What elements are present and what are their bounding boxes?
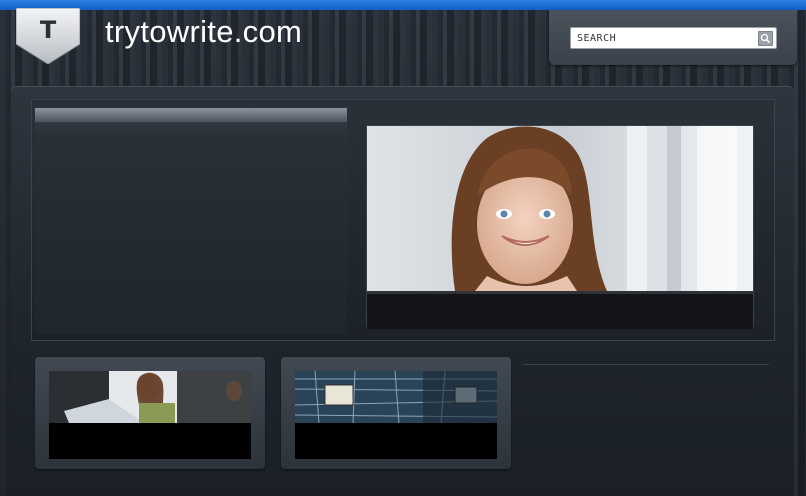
thumbnail-image[interactable] [295,371,497,423]
thumbnail-frame [49,371,251,459]
search-icon [760,33,771,44]
text-slot [35,108,347,334]
slot-highlight-bar [35,108,347,122]
thumbnail-card[interactable] [281,357,511,469]
divider [523,364,769,365]
search-field [570,27,777,49]
thumbnail-caption [49,423,251,459]
logo-letter: T [39,16,57,44]
search-button[interactable] [758,31,773,46]
search-panel [549,10,797,65]
top-accent-bar [0,0,806,10]
featured-slide[interactable] [367,126,753,329]
site-logo[interactable]: T [16,8,80,64]
thumbnail-frame [295,371,497,459]
site-title[interactable]: trytowrite.com [105,14,302,50]
thumbnail-caption [295,423,497,459]
featured-image[interactable] [367,126,753,291]
search-input[interactable] [577,31,752,45]
content-panel [11,86,794,496]
thumbnail-card[interactable] [35,357,265,469]
thumbnail-image[interactable] [49,371,251,423]
featured-caption-bar [367,291,753,329]
